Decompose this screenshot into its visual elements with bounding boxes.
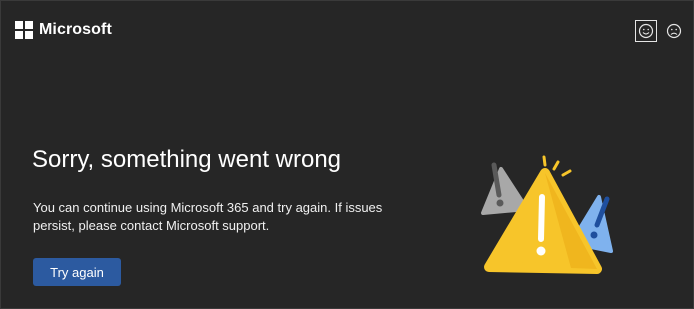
error-title: Sorry, something went wrong: [32, 146, 342, 173]
warning-illustration-icon: [481, 155, 613, 274]
try-again-button[interactable]: Try again: [33, 258, 121, 286]
windows-logo-icon: [15, 21, 33, 39]
error-message: You can continue using Microsoft 365 and…: [33, 200, 383, 233]
error-page: Microsoft Sorry, something went wrong Yo…: [0, 0, 694, 309]
brand-name: Microsoft: [39, 21, 112, 38]
frown-icon[interactable]: [663, 20, 685, 42]
smile-icon[interactable]: [635, 20, 657, 42]
microsoft-logo: Microsoft: [15, 21, 112, 39]
feedback-buttons: [635, 20, 685, 42]
